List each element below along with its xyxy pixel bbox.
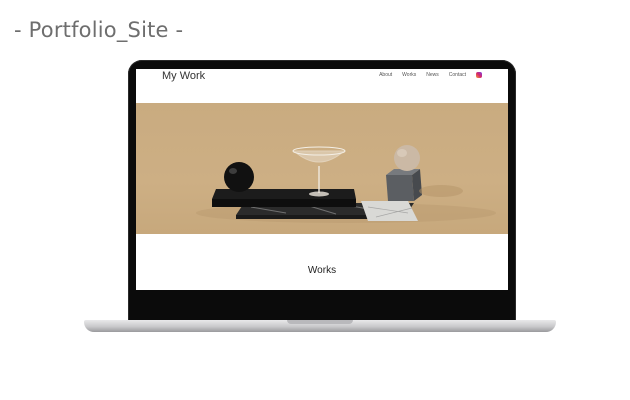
nav-link-contact[interactable]: Contact xyxy=(449,72,466,78)
site-nav: About Works News Contact xyxy=(379,72,482,78)
hero-image xyxy=(136,103,508,234)
black-sphere xyxy=(224,162,254,192)
section-title-works: Works xyxy=(307,265,337,276)
nav-link-news[interactable]: News xyxy=(426,72,439,78)
instagram-icon[interactable] xyxy=(476,72,482,78)
laptop-screen: My Work About Works News Contact Works xyxy=(136,69,508,290)
hero-still-life xyxy=(196,145,496,223)
site-logo[interactable]: My Work xyxy=(162,70,205,82)
grey-block xyxy=(386,175,414,201)
site-header: My Work About Works News Contact xyxy=(136,69,508,103)
laptop-notch xyxy=(287,320,353,324)
white-marble-tile xyxy=(361,201,418,221)
page-heading: - Portfolio_Site - xyxy=(14,18,184,42)
glass-bowl xyxy=(292,150,346,163)
nav-link-about[interactable]: About xyxy=(379,72,392,78)
nav-link-works[interactable]: Works xyxy=(402,72,416,78)
laptop-mockup: My Work About Works News Contact Works xyxy=(128,60,516,322)
beige-sphere xyxy=(394,145,420,171)
laptop-base xyxy=(84,320,556,332)
